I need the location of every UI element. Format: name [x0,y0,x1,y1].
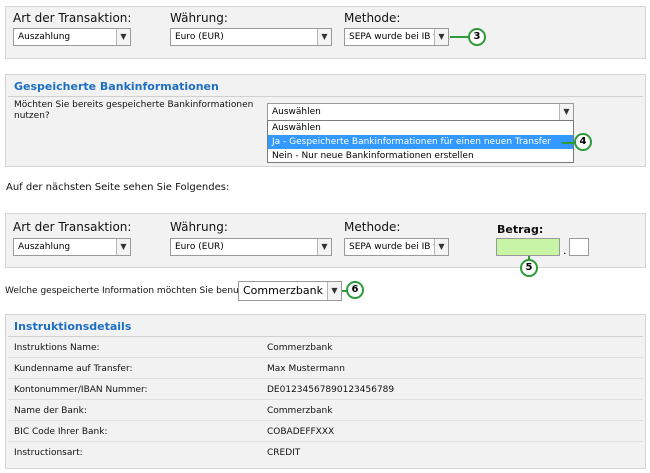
detail-value: Commerzbank [267,406,333,416]
option-select[interactable]: Auswählen [268,121,573,135]
divider [8,336,643,337]
method-select[interactable]: SEPA wurde bei IB ver ▼ [344,28,449,46]
option-yes[interactable]: Ja - Gespeicherte Bankinformationen für … [268,135,573,161]
detail-key: Name der Bank: [14,406,87,416]
transaction-type-select[interactable]: Auszahlung ▼ [13,28,131,46]
row-divider [8,378,643,379]
option-no[interactable]: Nein - Nur neue Bankinformationen erstel… [268,149,573,163]
transaction-type-value: Auszahlung [18,242,71,252]
detail-value: COBADEFFXXX [267,427,335,437]
chevron-down-icon: ▼ [116,239,130,255]
transaction-type-label: Art der Transaktion: [13,11,132,25]
chevron-down-icon: ▼ [434,239,448,255]
currency-label: Währung: [170,220,228,234]
saved-info-question: Welche gespeicherte Information möchten … [5,286,264,296]
row-divider [8,357,643,358]
saved-bank-select[interactable]: Auswählen ▼ [267,103,574,121]
detail-value: Max Mustermann [267,364,345,374]
chevron-down-icon: ▼ [559,104,573,120]
saved-bank-select-value: Auswählen [272,107,321,117]
currency-select[interactable]: Euro (EUR) ▼ [170,238,332,256]
amount-integer-input[interactable] [496,238,560,256]
method-select[interactable]: SEPA wurde bei IB ver ▼ [344,238,449,256]
row-divider [8,420,643,421]
step-badge-3: 3 [468,28,486,46]
saved-bank-info-title: Gespeicherte Bankinformationen [14,80,219,93]
method-label: Methode: [344,220,401,234]
saved-bank-options-list: Auswählen Ja - Gespeicherte Bankinformat… [267,120,574,163]
amount-decimal-input[interactable] [569,238,589,256]
transaction-type-label: Art der Transaktion: [13,220,132,234]
instruction-details-title: Instruktionsdetails [14,320,132,333]
saved-info-select[interactable]: Commerzbank ▼ [238,281,342,301]
badge-connector [450,36,470,38]
detail-value: DE01234567890123456789 [267,385,395,395]
chevron-down-icon: ▼ [434,29,448,45]
next-page-text: Auf der nächsten Seite sehen Sie Folgend… [6,182,230,193]
currency-select[interactable]: Euro (EUR) ▼ [170,28,332,46]
chevron-down-icon: ▼ [327,282,341,300]
step-badge-6: 6 [346,281,364,299]
method-label: Methode: [344,11,401,25]
currency-value: Euro (EUR) [175,32,224,42]
step-badge-5: 5 [520,259,538,277]
detail-value: Commerzbank [267,343,333,353]
currency-label: Währung: [170,11,228,25]
detail-key: BIC Code Ihrer Bank: [14,427,108,437]
saved-bank-question: Möchten Sie bereits gespeicherte Bankinf… [14,100,254,121]
transaction-type-value: Auszahlung [18,32,71,42]
row-divider [8,399,643,400]
detail-key: Kontonummer/IBAN Nummer: [14,385,148,395]
detail-key: Instructionsart: [14,448,83,458]
detail-value: CREDIT [267,448,301,458]
chevron-down-icon: ▼ [116,29,130,45]
saved-info-value: Commerzbank [243,284,323,297]
amount-label: Betrag: [497,223,544,236]
amount-separator: . [563,244,567,257]
detail-key: Instruktions Name: [14,343,100,353]
currency-value: Euro (EUR) [175,242,224,252]
transaction-type-select[interactable]: Auszahlung ▼ [13,238,131,256]
row-divider [8,441,643,442]
step-badge-4: 4 [574,133,592,151]
chevron-down-icon: ▼ [317,29,331,45]
divider [8,96,643,97]
chevron-down-icon: ▼ [317,239,331,255]
detail-key: Kundenname auf Transfer: [14,364,133,374]
